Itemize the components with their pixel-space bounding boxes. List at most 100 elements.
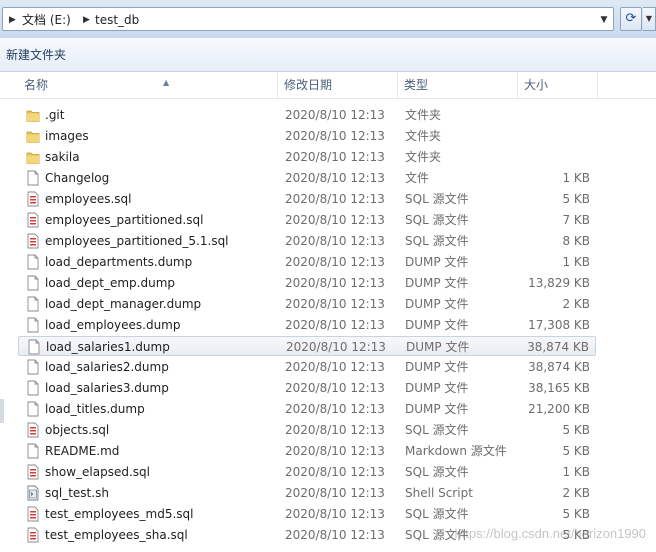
file-name: test_employees_md5.sql [45, 507, 194, 521]
file-type: DUMP 文件 [406, 340, 470, 354]
column-header-size[interactable]: 大小 [518, 72, 598, 98]
file-type: SQL 源文件 [405, 213, 469, 227]
file-icon [26, 443, 40, 459]
file-type: DUMP 文件 [405, 360, 469, 374]
file-row[interactable]: load_salaries3.dump 2020/8/10 12:13 DUMP 文… [18, 378, 596, 398]
file-row[interactable]: test_employees_md5.sql 2020/8/10 12:13 SQL… [18, 504, 596, 524]
file-row[interactable]: load_salaries2.dump 2020/8/10 12:13 DUMP 文… [18, 357, 596, 377]
file-date: 2020/8/10 12:13 [285, 150, 385, 164]
file-row[interactable]: employees_partitioned_5.1.sql 2020/8/10 1… [18, 231, 596, 251]
breadcrumb-arrow-icon[interactable]: ▶ [83, 12, 90, 28]
file-name: objects.sql [45, 423, 110, 437]
file-size: 5 KB [562, 192, 590, 206]
file-name: .git [45, 108, 65, 122]
file-row[interactable]: load_dept_manager.dump 2020/8/10 12:13 DUM… [18, 294, 596, 314]
file-size: 13,829 KB [528, 276, 590, 290]
file-size: 17,308 KB [528, 318, 590, 332]
file-name: sakila [45, 150, 80, 164]
file-row[interactable]: load_employees.dump 2020/8/10 12:13 DUMP 文… [18, 315, 596, 335]
refresh-dropdown-icon[interactable]: ▼ [643, 7, 656, 31]
file-type: SQL 源文件 [405, 192, 469, 206]
column-header-date[interactable]: 修改日期 [278, 72, 398, 98]
file-size: 5 KB [562, 423, 590, 437]
file-date: 2020/8/10 12:13 [285, 213, 385, 227]
file-icon [26, 254, 40, 270]
refresh-button[interactable]: ⟳ [620, 7, 642, 31]
file-icon [27, 339, 41, 355]
file-name: load_dept_manager.dump [45, 297, 202, 311]
file-size: 5 KB [562, 507, 590, 521]
file-size: 1 KB [562, 255, 590, 269]
file-row[interactable]: employees_partitioned.sql 2020/8/10 12:13… [18, 210, 596, 230]
file-type: DUMP 文件 [405, 318, 469, 332]
file-size: 38,874 KB [528, 360, 590, 374]
file-row[interactable]: load_salaries1.dump 2020/8/10 12:13 DUMP 文… [18, 336, 596, 356]
file-date: 2020/8/10 12:13 [285, 234, 385, 248]
file-icon [26, 401, 40, 417]
address-box[interactable]: ▶ 文档 (E:) ▶ test_db ▼ [2, 7, 614, 31]
file-date: 2020/8/10 12:13 [285, 255, 385, 269]
shell-script-icon [26, 485, 40, 501]
file-row[interactable]: test_employees_sha.sql 2020/8/10 12:13 SQL… [18, 525, 596, 545]
file-type: SQL 源文件 [405, 423, 469, 437]
file-type: SQL 源文件 [405, 465, 469, 479]
breadcrumb-folder[interactable]: test_db [95, 12, 139, 28]
file-row[interactable]: sakila 2020/8/10 12:13 文件夹 [18, 147, 596, 167]
file-type: SQL 源文件 [405, 528, 469, 542]
sql-file-icon [26, 506, 40, 522]
file-row[interactable]: Changelog 2020/8/10 12:13 文件 1 KB [18, 168, 596, 188]
file-icon [26, 380, 40, 396]
file-row[interactable]: sql_test.sh 2020/8/10 12:13 Shell Script 2 … [18, 483, 596, 503]
file-row[interactable]: README.md 2020/8/10 12:13 Markdown 源文件 5 KB [18, 441, 596, 461]
sql-file-icon [26, 464, 40, 480]
breadcrumb-arrow-icon[interactable]: ▶ [9, 12, 16, 28]
file-row[interactable]: employees.sql 2020/8/10 12:13 SQL 源文件 5 KB [18, 189, 596, 209]
file-row[interactable]: images 2020/8/10 12:13 文件夹 [18, 126, 596, 146]
file-row[interactable]: objects.sql 2020/8/10 12:13 SQL 源文件 5 KB [18, 420, 596, 440]
file-type: SQL 源文件 [405, 234, 469, 248]
file-name: load_dept_emp.dump [45, 276, 176, 290]
column-header-name[interactable]: 名称 ▲ [18, 72, 278, 98]
file-type: Shell Script [405, 486, 473, 500]
file-size: 8 KB [562, 234, 590, 248]
file-size: 21,200 KB [528, 402, 590, 416]
folder-icon [26, 107, 40, 123]
file-row[interactable]: load_dept_emp.dump 2020/8/10 12:13 DUMP 文件… [18, 273, 596, 293]
file-date: 2020/8/10 12:13 [285, 360, 385, 374]
file-row[interactable]: .git 2020/8/10 12:13 文件夹 [18, 105, 596, 125]
file-type: DUMP 文件 [405, 381, 469, 395]
folder-icon [26, 128, 40, 144]
file-type: 文件夹 [405, 108, 442, 122]
column-header-name-label: 名称 [24, 78, 49, 92]
file-date: 2020/8/10 12:13 [285, 297, 385, 311]
file-type: 文件 [405, 171, 430, 185]
column-header-type[interactable]: 类型 [398, 72, 518, 98]
file-date: 2020/8/10 12:13 [285, 507, 385, 521]
file-type: 文件夹 [405, 129, 442, 143]
file-name: employees.sql [45, 192, 132, 206]
file-name: README.md [45, 444, 120, 458]
file-type: DUMP 文件 [405, 297, 469, 311]
breadcrumb-drive[interactable]: 文档 (E:) [22, 12, 71, 28]
column-header-date-label: 修改日期 [284, 78, 333, 92]
file-name: images [45, 129, 89, 143]
file-type: SQL 源文件 [405, 507, 469, 521]
file-size: 2 KB [562, 297, 590, 311]
address-dropdown-icon[interactable]: ▼ [598, 13, 610, 27]
file-row[interactable]: show_elapsed.sql 2020/8/10 12:13 SQL 源文件 1 … [18, 462, 596, 482]
file-date: 2020/8/10 12:13 [285, 276, 385, 290]
file-name: load_titles.dump [45, 402, 145, 416]
file-type: DUMP 文件 [405, 276, 469, 290]
file-date: 2020/8/10 12:13 [285, 444, 385, 458]
file-type: Markdown 源文件 [405, 444, 507, 458]
file-row[interactable]: load_departments.dump 2020/8/10 12:13 DUMP… [18, 252, 596, 272]
file-icon [26, 275, 40, 291]
file-name: load_employees.dump [45, 318, 181, 332]
file-icon [26, 359, 40, 375]
sql-file-icon [26, 527, 40, 543]
file-row[interactable]: load_titles.dump 2020/8/10 12:13 DUMP 文件 21… [18, 399, 596, 419]
scrollbar-grip[interactable] [0, 399, 4, 423]
file-icon [26, 317, 40, 333]
file-name: Changelog [45, 171, 110, 185]
new-folder-button[interactable]: 新建文件夹 [6, 46, 66, 64]
